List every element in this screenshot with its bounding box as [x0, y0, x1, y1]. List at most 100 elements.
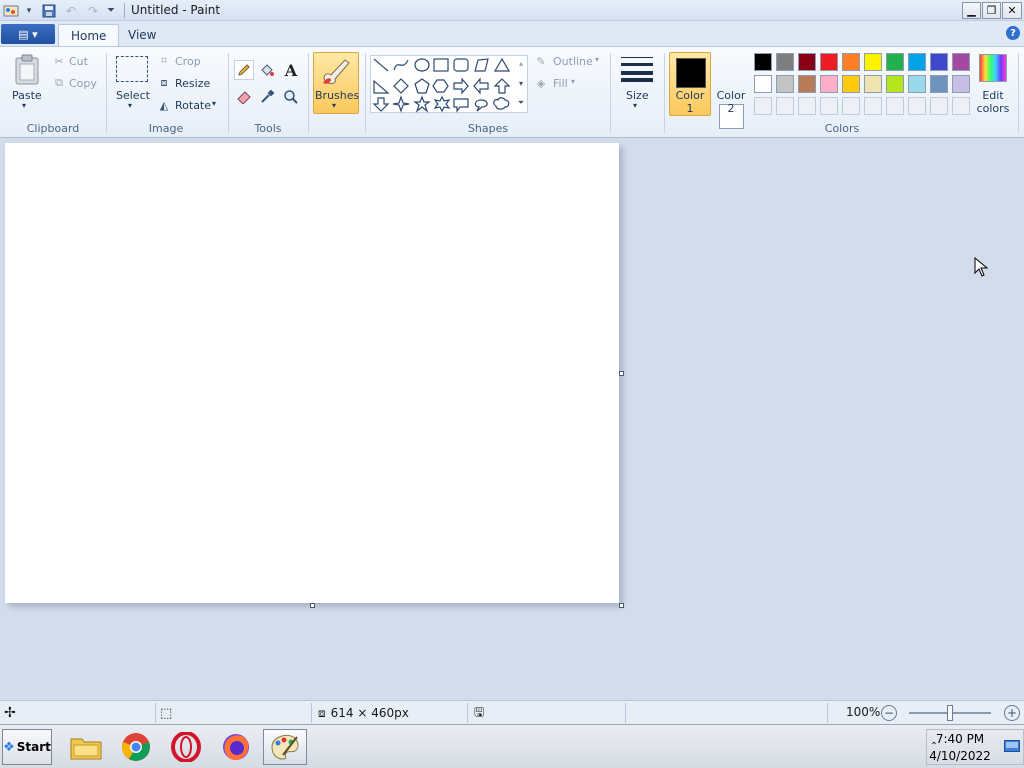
- rotate-icon[interactable]: ◭: [157, 98, 171, 112]
- custom-color-slot[interactable]: [776, 97, 794, 115]
- palette-swatch[interactable]: [952, 75, 970, 93]
- copy-label[interactable]: Copy: [69, 77, 97, 90]
- opera-taskbar-button[interactable]: [164, 729, 208, 765]
- custom-color-slot[interactable]: [952, 97, 970, 115]
- cut-label[interactable]: Cut: [69, 55, 88, 68]
- system-menu-chevron-icon[interactable]: ▾: [24, 2, 34, 19]
- palette-swatch[interactable]: [754, 53, 772, 71]
- select-chevron-icon[interactable]: ▾: [128, 101, 132, 110]
- tab-home[interactable]: Home: [58, 24, 120, 46]
- palette-swatch[interactable]: [930, 75, 948, 93]
- zoom-slider-thumb[interactable]: [947, 705, 953, 721]
- tab-view[interactable]: View: [116, 24, 168, 46]
- resize-handle-corner[interactable]: [619, 603, 624, 608]
- resize-label[interactable]: Resize: [175, 77, 210, 90]
- eraser-icon[interactable]: [234, 87, 254, 107]
- outline-chevron-icon[interactable]: ▾: [595, 55, 599, 64]
- shapes-scroll-down-icon[interactable]: ▾: [516, 76, 526, 90]
- palette-swatch[interactable]: [886, 53, 904, 71]
- firefox-taskbar-button[interactable]: [214, 729, 258, 765]
- palette-swatch[interactable]: [798, 75, 816, 93]
- undo-icon[interactable]: ↶: [62, 2, 80, 19]
- resize-handle-bottom[interactable]: [310, 603, 315, 608]
- chrome-taskbar-button[interactable]: [114, 729, 158, 765]
- paste-label[interactable]: Paste: [12, 89, 42, 102]
- edit-colors-label[interactable]: Edit: [977, 89, 1009, 102]
- paint-app-icon[interactable]: [2, 2, 20, 19]
- file-explorer-taskbar-button[interactable]: [64, 729, 108, 765]
- palette-swatch[interactable]: [864, 75, 882, 93]
- custom-color-slot[interactable]: [754, 97, 772, 115]
- copy-icon[interactable]: ⧉: [52, 76, 66, 90]
- color2-number[interactable]: 2: [716, 102, 746, 115]
- pencil-icon[interactable]: [234, 60, 254, 80]
- shapes-gallery[interactable]: [370, 55, 528, 113]
- custom-color-slot[interactable]: [842, 97, 860, 115]
- customize-quick-access-icon[interactable]: ⏷: [104, 2, 118, 19]
- resize-handle-right[interactable]: [619, 371, 624, 376]
- fill-chevron-icon[interactable]: ▾: [571, 77, 575, 86]
- edit-colors-label-2[interactable]: colors: [975, 102, 1011, 115]
- rotate-chevron-icon[interactable]: ▾: [212, 99, 216, 108]
- palette-swatch[interactable]: [820, 53, 838, 71]
- custom-color-slot[interactable]: [864, 97, 882, 115]
- crop-icon[interactable]: ⌗: [157, 54, 171, 68]
- select-icon[interactable]: [116, 56, 148, 82]
- show-desktop-icon[interactable]: [1004, 739, 1020, 753]
- palette-swatch[interactable]: [798, 53, 816, 71]
- magnifier-icon[interactable]: [281, 87, 301, 107]
- outline-icon[interactable]: ✎: [533, 54, 549, 68]
- palette-swatch[interactable]: [842, 53, 860, 71]
- cut-icon[interactable]: ✂: [52, 54, 66, 68]
- paint-taskbar-button[interactable]: [263, 729, 307, 765]
- file-menu-button[interactable]: ▤ ▾: [1, 24, 55, 44]
- rotate-label[interactable]: Rotate: [175, 99, 211, 112]
- size-chevron-icon[interactable]: ▾: [633, 101, 637, 110]
- size-lines-icon[interactable]: [620, 55, 654, 83]
- color2-label[interactable]: Color: [716, 89, 746, 102]
- palette-swatch[interactable]: [776, 75, 794, 93]
- minimize-button[interactable]: ▁: [962, 2, 981, 19]
- custom-color-slot[interactable]: [930, 97, 948, 115]
- help-icon[interactable]: ?: [1006, 26, 1020, 40]
- custom-color-slot[interactable]: [908, 97, 926, 115]
- palette-swatch[interactable]: [754, 75, 772, 93]
- palette-swatch[interactable]: [908, 75, 926, 93]
- start-button[interactable]: ❖ Start: [2, 729, 52, 765]
- size-label[interactable]: Size: [626, 89, 649, 102]
- palette-swatch[interactable]: [864, 53, 882, 71]
- drawing-canvas[interactable]: [5, 143, 619, 603]
- shapes-expand-icon[interactable]: ⏷: [516, 96, 526, 110]
- color-picker-icon[interactable]: [257, 87, 277, 107]
- palette-swatch[interactable]: [886, 75, 904, 93]
- resize-icon[interactable]: ⧈: [157, 76, 171, 90]
- redo-icon[interactable]: ↷: [84, 2, 102, 19]
- restore-button[interactable]: ❐: [982, 2, 1001, 19]
- clock[interactable]: 7:40 PM 4/10/2022: [920, 731, 1000, 765]
- edit-colors-icon[interactable]: [979, 54, 1007, 82]
- select-label[interactable]: Select: [116, 89, 150, 102]
- palette-swatch[interactable]: [952, 53, 970, 71]
- close-button[interactable]: ✕: [1002, 2, 1022, 19]
- save-icon[interactable]: [40, 2, 58, 19]
- palette-swatch[interactable]: [908, 53, 926, 71]
- text-tool-icon[interactable]: A: [281, 60, 301, 80]
- palette-swatch[interactable]: [930, 53, 948, 71]
- palette-swatch[interactable]: [820, 75, 838, 93]
- zoom-in-button[interactable]: +: [1004, 705, 1020, 721]
- palette-swatch[interactable]: [842, 75, 860, 93]
- custom-color-slot[interactable]: [798, 97, 816, 115]
- outline-label[interactable]: Outline: [553, 55, 593, 68]
- custom-color-slot[interactable]: [820, 97, 838, 115]
- custom-color-slot[interactable]: [886, 97, 904, 115]
- fill-bucket-icon[interactable]: [257, 60, 277, 80]
- fill-label[interactable]: Fill: [553, 77, 568, 90]
- palette-swatch[interactable]: [776, 53, 794, 71]
- shapes-scroll-up-icon[interactable]: ▴: [516, 56, 526, 70]
- zoom-out-button[interactable]: −: [881, 705, 897, 721]
- fill-icon[interactable]: ◈: [533, 76, 549, 90]
- selection-size-cell: ⬚: [156, 703, 312, 723]
- crop-label[interactable]: Crop: [175, 55, 201, 68]
- paste-icon[interactable]: [12, 53, 42, 87]
- paste-chevron-icon[interactable]: ▾: [22, 101, 26, 110]
